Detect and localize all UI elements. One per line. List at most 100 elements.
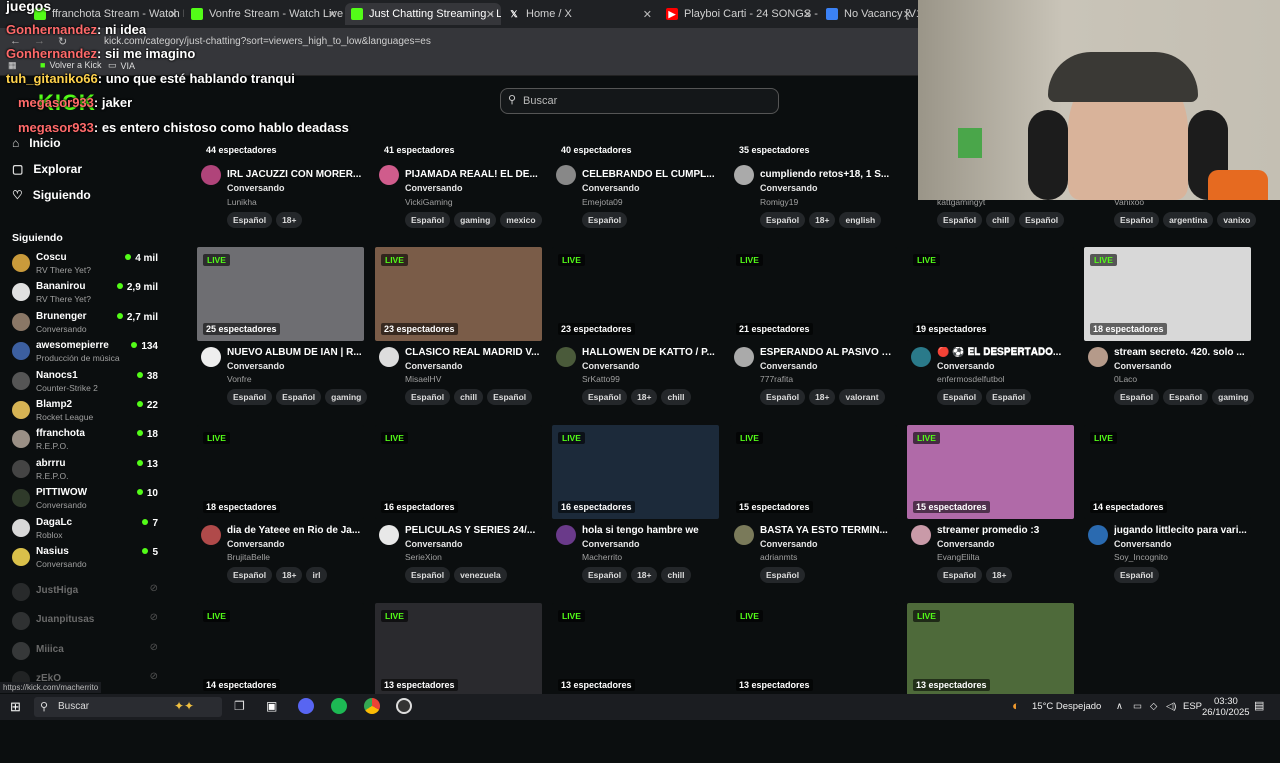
tag-chip[interactable]: Español	[582, 567, 628, 583]
stream-category[interactable]: Conversando	[1114, 539, 1172, 549]
stream-card[interactable]: LIVE 13 espectadores	[907, 603, 1074, 763]
stream-card[interactable]: LIVE 13 espectadores	[375, 603, 542, 763]
network-icon[interactable]: ▭	[1133, 701, 1142, 712]
tag-chip[interactable]: chill	[661, 567, 691, 583]
stream-username[interactable]: Soy_Incognito	[1114, 552, 1168, 562]
tag-chip[interactable]: 18+	[276, 567, 303, 583]
stream-title[interactable]: HALLOWEN DE KATTO / P...	[582, 347, 717, 358]
tag-chip[interactable]: Español	[487, 389, 533, 405]
stream-title[interactable]: PIJAMADA REAAL! EL DE...	[405, 169, 540, 180]
tag-chip[interactable]: Español	[937, 212, 983, 228]
tag-chip[interactable]: Español	[405, 567, 451, 583]
stream-category[interactable]: Conversando	[937, 539, 995, 549]
stream-card[interactable]: 40 espectadores CELEBRANDO EL CUMPL... Con…	[552, 47, 719, 228]
tag-chip[interactable]: english	[839, 212, 882, 228]
weather-text[interactable]: 15°C Despejado	[1032, 701, 1101, 712]
stream-card[interactable]: 35 espectadores cumpliendo retos+18, 1 S.…	[730, 47, 897, 228]
stream-thumbnail[interactable]: LIVE 14 espectadores	[197, 603, 364, 697]
tag-chip[interactable]: argentina	[1163, 212, 1214, 228]
tag-chip[interactable]: Español	[582, 389, 628, 405]
tag-chip[interactable]: 18+	[631, 567, 658, 583]
tag-chip[interactable]: venezuela	[454, 567, 507, 583]
stream-username[interactable]: Emejota09	[582, 197, 623, 207]
stream-title[interactable]: CLÁSICO REAL MADRID V...	[405, 347, 540, 358]
stream-thumbnail[interactable]: LIVE 15 espectadores	[907, 425, 1074, 519]
stream-thumbnail[interactable]: LIVE 25 espectadores	[197, 247, 364, 341]
tag-chip[interactable]: Español	[1019, 212, 1065, 228]
stream-category[interactable]: Conversando	[405, 539, 463, 549]
stream-title[interactable]: dia de Yateee en Rio de Ja...	[227, 525, 362, 536]
tag-chip[interactable]: irl	[306, 567, 327, 583]
stream-category[interactable]: Conversando	[582, 361, 640, 371]
stream-title[interactable]: PELICULAS Y SERIES 24/...	[405, 525, 540, 536]
stream-category[interactable]: Conversando	[227, 539, 285, 549]
windows-start-icon[interactable]: ⊞	[10, 699, 21, 715]
stream-card[interactable]: LIVE 14 espectadores jugando littlecito pa…	[1084, 425, 1251, 585]
tag-chip[interactable]: Español	[405, 389, 451, 405]
stream-title[interactable]: stream secreto. 420. solo ...	[1114, 347, 1249, 358]
stream-username[interactable]: adrianmts	[760, 552, 797, 562]
chrome-icon[interactable]	[364, 698, 380, 714]
stream-username[interactable]: Romigy19	[760, 197, 798, 207]
tag-chip[interactable]: chill	[454, 389, 484, 405]
stream-category[interactable]: Conversando	[405, 361, 463, 371]
tag-chip[interactable]: gaming	[454, 212, 497, 228]
stream-card[interactable]: LIVE 15 espectadores streamer promedio :3 C…	[907, 425, 1074, 585]
tag-chip[interactable]: 18+	[631, 389, 658, 405]
stream-username[interactable]: Vonfre	[227, 374, 252, 384]
stream-category[interactable]: Conversando	[227, 183, 285, 193]
tag-chip[interactable]: chill	[986, 212, 1016, 228]
shield-icon[interactable]: ◇	[1150, 701, 1157, 712]
stream-username[interactable]: Lunikha	[227, 197, 257, 207]
stream-category[interactable]: Conversando	[1114, 361, 1172, 371]
chevron-up-icon[interactable]: ∧	[1116, 701, 1123, 712]
stream-thumbnail[interactable]: LIVE 19 espectadores	[907, 247, 1074, 341]
tag-chip[interactable]: 18+	[809, 389, 836, 405]
stream-thumbnail[interactable]: LIVE 13 espectadores	[907, 603, 1074, 697]
stream-title[interactable]: IRL JACUZZI CON MORER...	[227, 169, 362, 180]
obs-icon[interactable]	[396, 698, 412, 714]
tag-chip[interactable]: gaming	[325, 389, 368, 405]
stream-username[interactable]: 0Laco	[1114, 374, 1137, 384]
stream-category[interactable]: Conversando	[760, 361, 818, 371]
stream-thumbnail[interactable]: LIVE 13 espectadores	[730, 603, 897, 697]
stream-username[interactable]: SrKatto99	[582, 374, 620, 384]
stream-card[interactable]: LIVE 25 espectadores NUEVO ALBUM DE IAN | …	[197, 247, 368, 407]
spotify-icon[interactable]	[331, 698, 347, 714]
stream-card[interactable]: LIVE 23 espectadores HALLOWEN DE KATTO / P…	[552, 247, 719, 407]
tag-chip[interactable]: Español	[276, 389, 322, 405]
stream-title[interactable]: BASTA YA ESTO TERMIN...	[760, 525, 895, 536]
volume-icon[interactable]: ◁)	[1166, 701, 1176, 712]
clock-date[interactable]: 26/10/2025	[1202, 707, 1250, 718]
stream-title[interactable]: cumpliendo retos+18, 1 S...	[760, 169, 895, 180]
language-indicator[interactable]: ESP	[1183, 701, 1202, 712]
stream-thumbnail[interactable]: LIVE 18 espectadores	[1084, 247, 1251, 341]
stream-card[interactable]: LIVE 18 espectadores stream secreto. 420. …	[1084, 247, 1255, 407]
stream-username[interactable]: 777rafita	[760, 374, 793, 384]
tag-chip[interactable]: Español	[760, 212, 806, 228]
task-view-icon[interactable]: ❐	[234, 699, 245, 713]
stream-category[interactable]: Conversando	[937, 361, 995, 371]
stream-username[interactable]: MisaelHV	[405, 374, 441, 384]
stream-category[interactable]: Conversando	[227, 361, 285, 371]
tag-chip[interactable]: Español	[937, 389, 983, 405]
tag-chip[interactable]: Español	[1114, 389, 1160, 405]
stream-thumbnail[interactable]: LIVE 23 espectadores	[375, 247, 542, 341]
stream-category[interactable]: Conversando	[582, 539, 640, 549]
tag-chip[interactable]: gaming	[1212, 389, 1255, 405]
discord-icon[interactable]	[298, 698, 314, 714]
tag-chip[interactable]: Español	[227, 212, 273, 228]
tag-chip[interactable]: vanixo	[1217, 212, 1257, 228]
tag-chip[interactable]: Español	[405, 212, 451, 228]
stream-thumbnail[interactable]: LIVE 13 espectadores	[552, 603, 719, 697]
app-icon[interactable]: ▣	[266, 699, 277, 713]
stream-thumbnail[interactable]: LIVE 14 espectadores	[1084, 425, 1251, 519]
stream-thumbnail[interactable]: LIVE 15 espectadores	[730, 425, 897, 519]
tag-chip[interactable]: Español	[760, 389, 806, 405]
stream-card[interactable]: LIVE 13 espectadores	[552, 603, 719, 763]
stream-card[interactable]: 41 espectadores PIJAMADA REAAL! EL DE... C…	[375, 47, 542, 228]
stream-username[interactable]: Macherrito	[582, 552, 622, 562]
stream-card[interactable]: LIVE 18 espectadores dia de Yateee en Rio …	[197, 425, 364, 585]
stream-title[interactable]: hola si tengo hambre we	[582, 525, 717, 536]
clock-time[interactable]: 03:30	[1214, 696, 1238, 707]
